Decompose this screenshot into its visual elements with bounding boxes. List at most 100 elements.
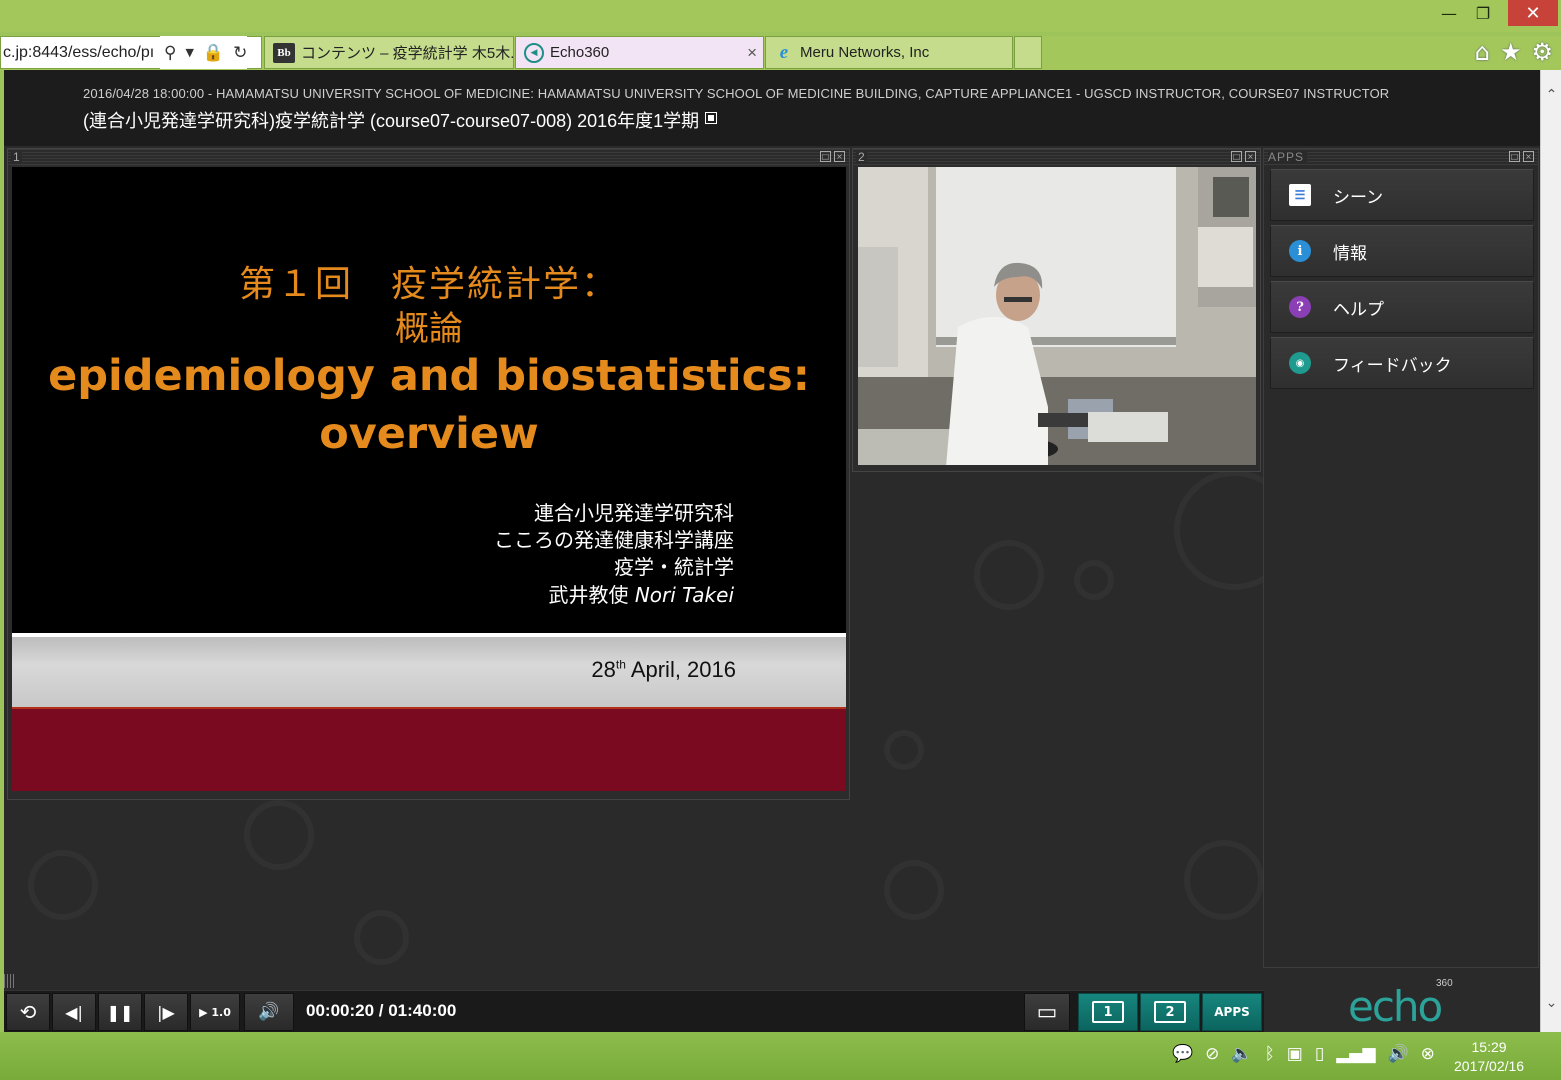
panel-controls: □ × xyxy=(1509,151,1534,162)
speed-label: ▶ 1.0 xyxy=(199,1005,231,1019)
slide-title-jp: 第１回 疫学統計学： xyxy=(238,264,619,305)
slide-date: 28th April, 2016 xyxy=(591,657,736,683)
resize-grip[interactable] xyxy=(4,974,16,988)
maximize-panel-icon[interactable]: □ xyxy=(1509,151,1520,162)
playback-speed-button[interactable]: ▶ 1.0 xyxy=(190,993,240,1031)
source-1-label: 1 xyxy=(1092,1001,1124,1023)
message-icon[interactable]: 💬 xyxy=(1172,1044,1193,1064)
tab-meru[interactable]: e Meru Networks, Inc xyxy=(765,36,1013,69)
decorative-circle xyxy=(884,730,924,770)
decorative-circle xyxy=(1184,840,1264,920)
slide-title-en: epidemiology and biostatistics: xyxy=(48,351,810,401)
close-panel-icon[interactable]: × xyxy=(834,151,845,162)
battery-icon[interactable]: ▯ xyxy=(1315,1044,1324,1064)
decorative-circle xyxy=(1074,560,1114,600)
slide-author: 武井教使 Nori Takei xyxy=(548,579,734,608)
close-panel-icon[interactable]: × xyxy=(1245,151,1256,162)
slide-author-jp: 武井教使 xyxy=(548,583,629,607)
step-back-button[interactable]: ◀| xyxy=(52,993,96,1031)
scroll-down-icon[interactable]: ⌄ xyxy=(1541,992,1561,1014)
pause-button[interactable]: ❚❚ xyxy=(98,993,142,1031)
apps-titlebar[interactable]: APPS □ × xyxy=(1264,149,1538,165)
source-2-toggle[interactable]: 2 xyxy=(1140,993,1200,1031)
refresh-icon[interactable]: ↻ xyxy=(233,43,247,63)
maximize-panel-icon[interactable]: □ xyxy=(820,151,831,162)
replay-button[interactable]: ⟲ xyxy=(6,993,50,1031)
minimize-button[interactable]: — xyxy=(1432,0,1466,26)
external-link-icon[interactable] xyxy=(705,112,718,124)
apps-toggle[interactable]: APPS xyxy=(1202,993,1262,1031)
slide-red-band xyxy=(12,707,846,791)
apps-label: APPS xyxy=(1268,150,1308,164)
source-1-toggle[interactable]: 1 xyxy=(1078,993,1138,1031)
step-forward-button[interactable]: |▶ xyxy=(144,993,188,1031)
slide-affiliation: 疫学・統計学 xyxy=(614,555,734,579)
layout-button[interactable]: ▭ xyxy=(1024,993,1070,1031)
clock-time: 15:29 xyxy=(1471,1039,1507,1055)
decorative-circle xyxy=(244,800,314,870)
close-tab-icon[interactable]: × xyxy=(747,43,757,63)
favorites-star-icon[interactable]: ★ xyxy=(1500,38,1522,66)
slide-affiliation: こころの発達健康科学講座 xyxy=(494,528,734,552)
windows-taskbar: 💬 ⊘ 🔈 ᛒ ▣ ▯ ▂▄▆ 🔊 ⊗ 15:29 2017/02/16 xyxy=(0,1032,1561,1080)
panel-number: 2 xyxy=(856,150,867,164)
dropdown-icon[interactable]: ▼ xyxy=(185,46,193,59)
decorative-circle xyxy=(28,850,98,920)
echo-logo-text: echo xyxy=(1348,982,1443,1031)
scenes-icon: ☰ xyxy=(1289,184,1311,206)
panel-controls: □ × xyxy=(1231,151,1256,162)
course-title: (連合小児発達学研究科)疫学統計学 (course07-course07-008… xyxy=(83,107,718,133)
volume-button[interactable]: 🔊 xyxy=(244,993,294,1031)
slide-subtitle-en: overview xyxy=(319,409,539,459)
bluetooth-icon[interactable]: ᛒ xyxy=(1265,1044,1275,1064)
network-monitor-icon[interactable]: ▣ xyxy=(1287,1044,1303,1064)
panel-2-titlebar[interactable]: 2 □ × xyxy=(853,149,1260,165)
new-tab-button[interactable] xyxy=(1014,36,1042,69)
speaker-icon[interactable]: 🔈 xyxy=(1231,1044,1252,1064)
step-forward-icon: |▶ xyxy=(157,1002,175,1022)
close-window-button[interactable]: ✕ xyxy=(1508,0,1558,26)
tab-blackboard[interactable]: Bb コンテンツ – 疫学統計学 木5木... xyxy=(264,36,514,69)
app-help[interactable]: ? ヘルプ xyxy=(1270,281,1534,333)
app-scenes[interactable]: ☰ シーン xyxy=(1270,169,1534,221)
app-info[interactable]: i 情報 xyxy=(1270,225,1534,277)
home-icon[interactable]: ⌂ xyxy=(1475,38,1490,66)
maximize-panel-icon[interactable]: □ xyxy=(1231,151,1242,162)
tab-echo360[interactable]: ◀ Echo360 × xyxy=(515,36,764,69)
panel-2-video[interactable]: 2 □ × xyxy=(852,148,1261,472)
app-label: フィードバック xyxy=(1333,355,1452,376)
scroll-up-icon[interactable]: ⌃ xyxy=(1541,84,1561,106)
slide-author-en: Nori Takei xyxy=(634,583,734,607)
panel-number: 1 xyxy=(11,150,22,164)
action-center-icon[interactable]: ⊗ xyxy=(1421,1044,1435,1064)
apps-toggle-label: APPS xyxy=(1214,1005,1250,1019)
restore-button[interactable]: ❐ xyxy=(1466,0,1500,26)
app-label: ヘルプ xyxy=(1333,299,1384,320)
lock-icon[interactable]: 🔒 xyxy=(203,43,224,63)
echo360-icon: ◀ xyxy=(524,42,544,63)
app-label: 情報 xyxy=(1333,243,1367,264)
close-panel-icon[interactable]: × xyxy=(1523,151,1534,162)
search-icon[interactable]: ⚲ xyxy=(164,43,176,63)
browser-icons: ⌂ ★ ⚙ xyxy=(1475,38,1553,66)
tab-label: Echo360 xyxy=(550,44,610,61)
panel-1-slides[interactable]: 1 □ × 第１回 疫学統計学： 概論 epidemiology and bio… xyxy=(7,148,850,800)
taskbar-clock[interactable]: 15:29 2017/02/16 xyxy=(1454,1038,1524,1076)
layout-icon: ▭ xyxy=(1036,999,1058,1025)
app-feedback[interactable]: ◉ フィードバック xyxy=(1270,337,1534,389)
apps-panel: APPS □ × ☰ シーン i 情報 ? ヘルプ ◉ フィードバック xyxy=(1263,148,1539,968)
pause-icon: ❚❚ xyxy=(106,1002,134,1022)
volume-icon: 🔊 xyxy=(258,1002,280,1022)
settings-gear-icon[interactable]: ⚙ xyxy=(1531,38,1553,66)
slide-view: 第１回 疫学統計学： 概論 epidemiology and biostatis… xyxy=(12,167,846,791)
decorative-circle xyxy=(354,910,409,965)
tab-label: Meru Networks, Inc xyxy=(800,44,930,61)
page-scrollbar[interactable]: ⌃ ⌄ xyxy=(1540,70,1561,1032)
antivirus-icon[interactable]: ⊘ xyxy=(1205,1044,1219,1064)
source-2-label: 2 xyxy=(1154,1001,1186,1023)
panel-1-titlebar[interactable]: 1 □ × xyxy=(8,149,849,165)
slide-affiliation: 連合小児発達学研究科 xyxy=(534,501,734,525)
volume-tray-icon[interactable]: 🔊 xyxy=(1387,1044,1408,1064)
signal-icon[interactable]: ▂▄▆ xyxy=(1336,1044,1375,1064)
panel-controls: □ × xyxy=(820,151,845,162)
